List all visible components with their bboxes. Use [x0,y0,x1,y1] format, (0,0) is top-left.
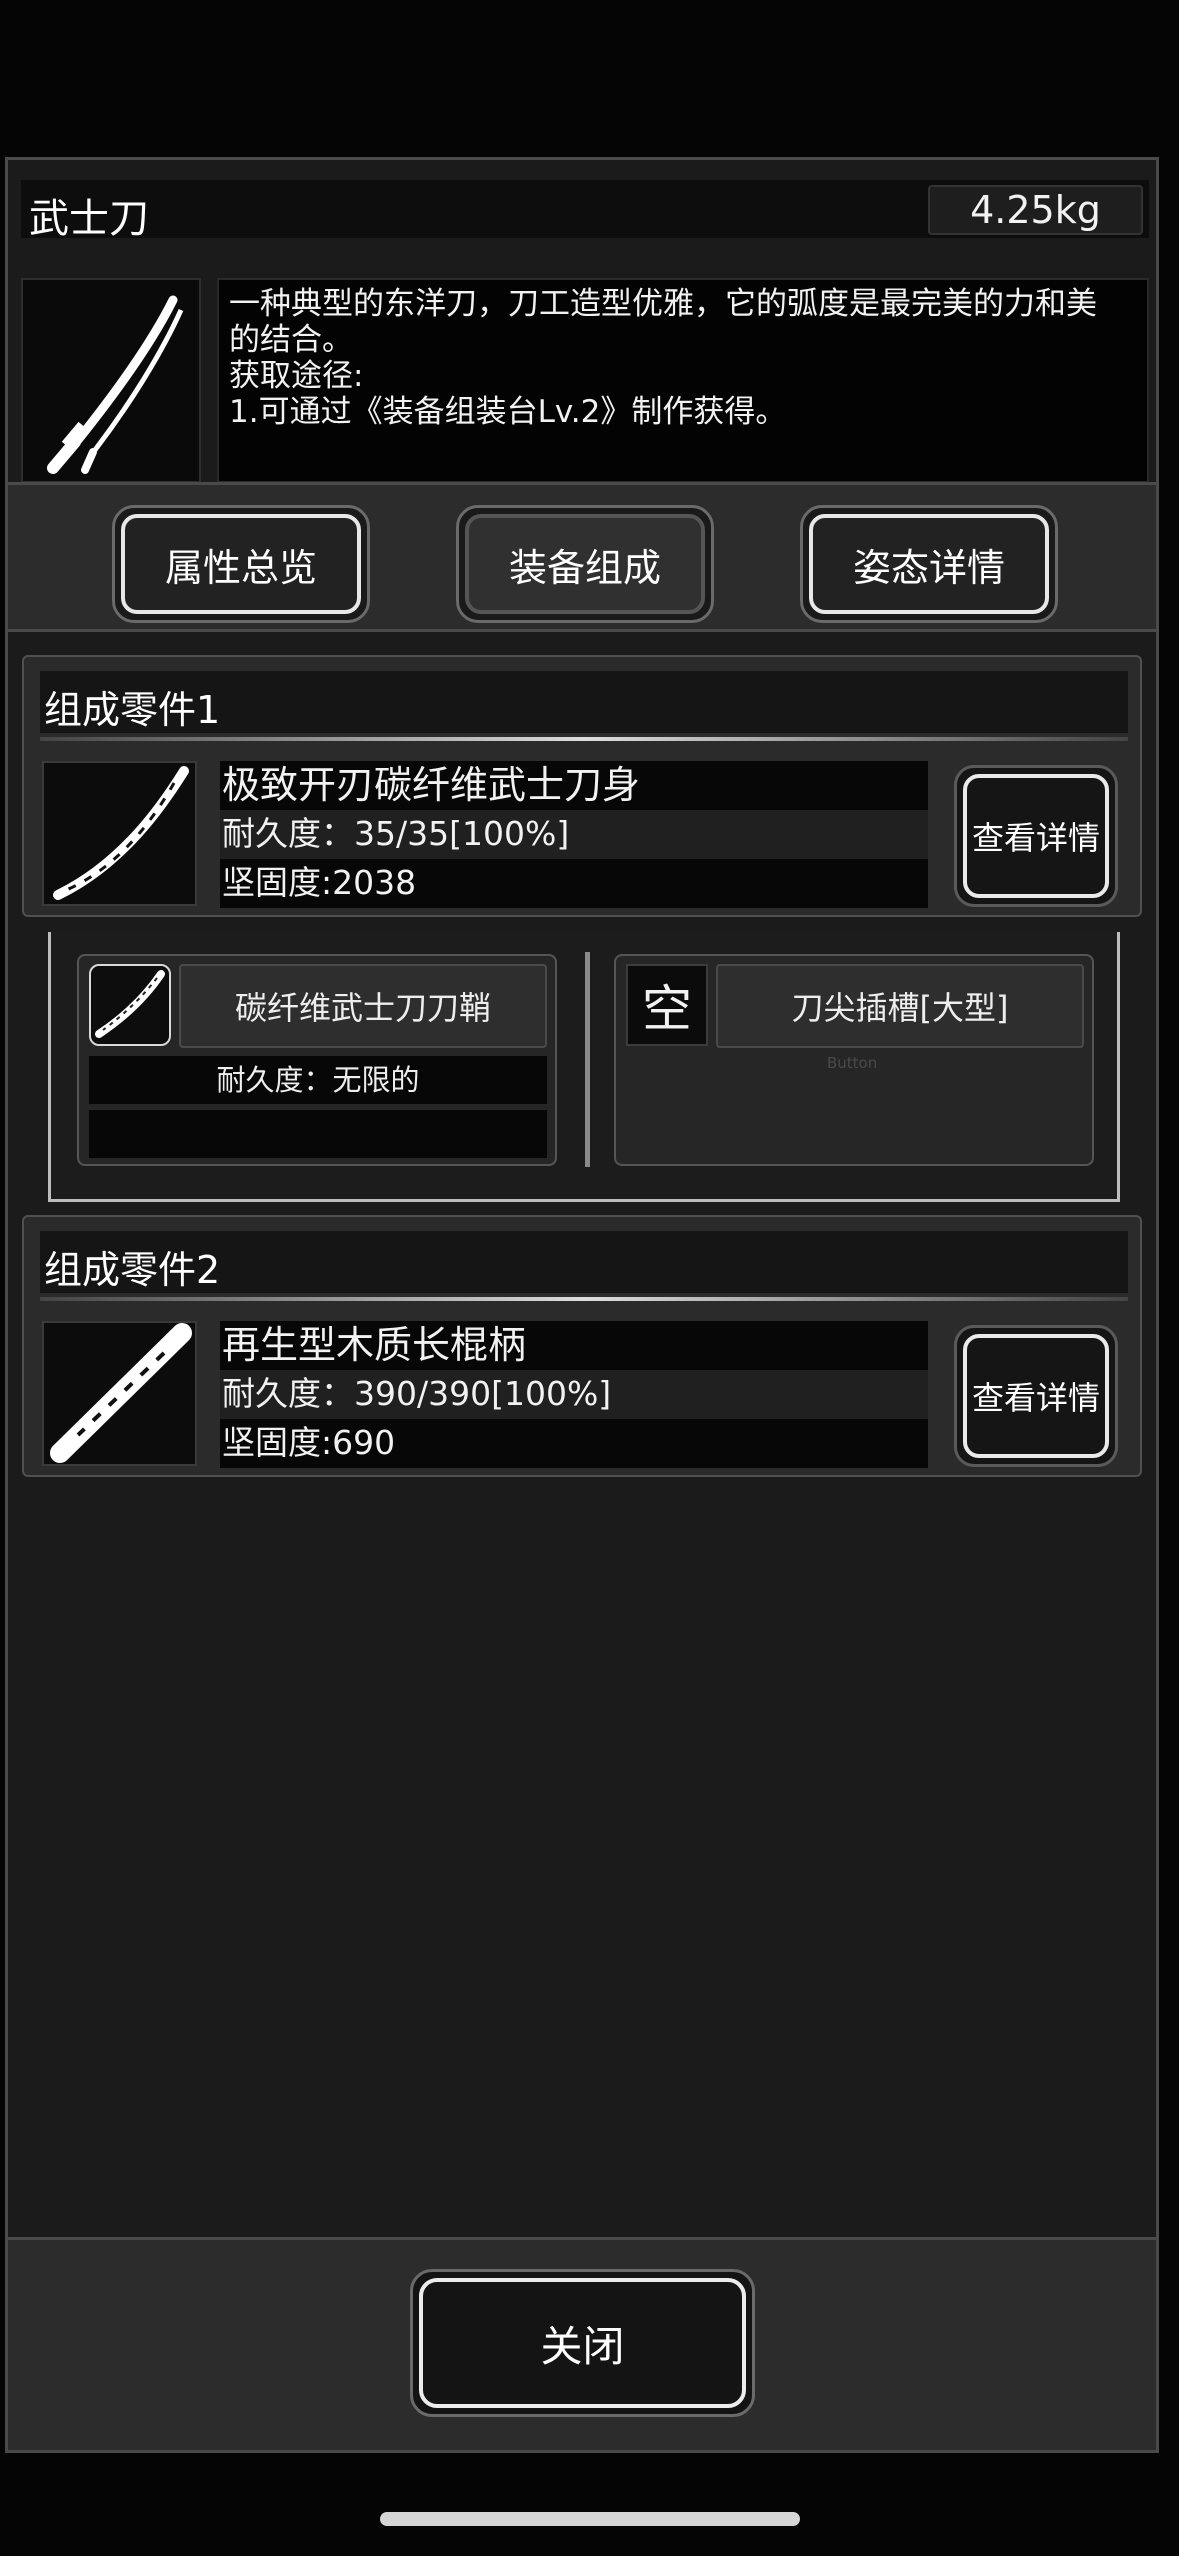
component-hardness: 坚固度:690 [220,1419,928,1468]
item-description: 一种典型的东洋刀，刀工造型优雅，它的弧度是最完美的力和美 的结合。 获取途径: … [217,278,1149,483]
header-divider [40,1297,1128,1301]
component-name: 极致开刃碳纤维武士刀身 [220,761,928,810]
empty-slot-marker: 空 [626,964,708,1046]
tab-attributes-overview[interactable]: 属性总览 [112,505,370,623]
tab-equipment-composition[interactable]: 装备组成 [456,505,714,623]
slot-durability: 耐久度：无限的 [89,1056,547,1104]
component-card-1: 组成零件1 极致开刃碳纤维武士刀身 耐久度：35/35[100%] 坚固度:20… [22,655,1142,917]
component-header: 组成零件1 [40,671,1128,733]
item-header: 武士刀 4.25kg 一种典型的东洋刀，刀工造型优雅，它的弧度是最完美的力和美 … [21,180,1149,483]
slot-name: 碳纤维武士刀刀鞘 [179,964,547,1048]
footer-bar: 关闭 [8,2237,1156,2450]
component-header: 组成零件2 [40,1231,1128,1293]
scabbard-icon [89,964,171,1046]
tab-stance-details[interactable]: 姿态详情 [800,505,1058,623]
home-indicator[interactable] [380,2512,800,2526]
component-name: 再生型木质长棍柄 [220,1321,928,1370]
katana-icon [21,278,201,483]
component-info: 极致开刃碳纤维武士刀身 耐久度：35/35[100%] 坚固度:2038 [220,761,928,909]
header-divider [40,737,1128,741]
item-name: 武士刀 [29,196,149,242]
title-bar: 武士刀 4.25kg [21,180,1149,242]
close-button[interactable]: 关闭 [410,2269,755,2417]
sub-slots-panel: 碳纤维武士刀刀鞘 耐久度：无限的 空 刀尖插槽[大型] Button [48,932,1120,1202]
component-card-2: 组成零件2 再生型木质长棍柄 耐久度：390/390[100%] 坚固度:690… [22,1215,1142,1477]
component-durability: 耐久度：35/35[100%] [220,810,928,859]
view-details-button-1[interactable]: 查看详情 [954,765,1118,907]
slot-name: 刀尖插槽[大型] [716,964,1084,1048]
slot-divider [585,952,590,1167]
slot-scabbard[interactable]: 碳纤维武士刀刀鞘 耐久度：无限的 [77,954,557,1166]
slot-blade-tip[interactable]: 空 刀尖插槽[大型] Button [614,954,1094,1166]
slot-empty-bar [89,1110,547,1158]
component-info: 再生型木质长棍柄 耐久度：390/390[100%] 坚固度:690 [220,1321,928,1469]
component-durability: 耐久度：390/390[100%] [220,1370,928,1419]
handle-icon [42,1321,197,1466]
view-details-button-2[interactable]: 查看详情 [954,1325,1118,1467]
slot-hint: Button [827,1054,878,1072]
blade-icon [42,761,197,906]
tab-bar: 属性总览 装备组成 姿态详情 [8,482,1156,632]
equipment-panel: 武士刀 4.25kg 一种典型的东洋刀，刀工造型优雅，它的弧度是最完美的力和美 … [5,157,1159,2453]
component-hardness: 坚固度:2038 [220,859,928,908]
item-weight: 4.25kg [928,185,1143,235]
